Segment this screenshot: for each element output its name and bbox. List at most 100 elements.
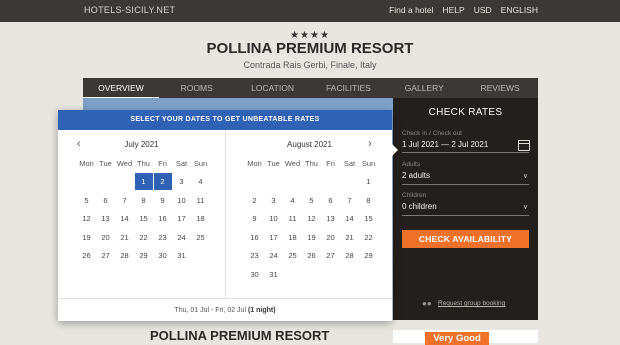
day-cell[interactable]: 22 bbox=[134, 233, 153, 242]
weekday-label: Wed bbox=[116, 158, 133, 168]
day-cell[interactable]: 18 bbox=[283, 233, 302, 242]
group-booking-link[interactable]: Request group booking bbox=[438, 300, 505, 307]
day-cell[interactable]: 25 bbox=[191, 233, 210, 242]
week-row: 2345678 bbox=[245, 191, 378, 210]
group-icon: ●● bbox=[422, 299, 432, 308]
day-cell[interactable]: 12 bbox=[302, 214, 321, 223]
adults-select[interactable]: 2 adults bbox=[402, 171, 430, 180]
day-cell[interactable]: 15 bbox=[359, 214, 378, 223]
day-cell[interactable]: 19 bbox=[77, 233, 96, 242]
day-cell[interactable]: 14 bbox=[340, 214, 359, 223]
month-title: July 2021 bbox=[124, 140, 159, 149]
day-cell[interactable]: 28 bbox=[340, 251, 359, 260]
nav-help[interactable]: HELP bbox=[443, 5, 465, 15]
night-count: (1 night) bbox=[247, 307, 276, 314]
day-cell[interactable]: 13 bbox=[96, 214, 115, 223]
day-cell[interactable]: 11 bbox=[191, 196, 210, 205]
day-cell[interactable]: 30 bbox=[245, 270, 264, 279]
day-cell[interactable]: 18 bbox=[191, 214, 210, 223]
nav-currency[interactable]: USD bbox=[474, 5, 492, 15]
nav-language[interactable]: ENGLISH bbox=[501, 5, 538, 15]
day-cell[interactable]: 23 bbox=[153, 233, 172, 242]
day-cell[interactable]: 24 bbox=[172, 233, 191, 242]
day-cell[interactable]: 19 bbox=[302, 233, 321, 242]
tab-gallery[interactable]: GALLERY bbox=[386, 78, 462, 98]
day-cell[interactable]: 27 bbox=[321, 251, 340, 260]
day-cell[interactable]: 2 bbox=[153, 173, 172, 191]
nav-find-hotel[interactable]: Find a hotel bbox=[389, 5, 433, 15]
day-cell[interactable]: 29 bbox=[134, 251, 153, 260]
tab-overview[interactable]: OVERVIEW bbox=[83, 78, 159, 98]
day-cell[interactable]: 31 bbox=[172, 251, 191, 260]
day-cell[interactable]: 12 bbox=[77, 214, 96, 223]
chevron-down-icon[interactable]: ∨ bbox=[523, 203, 528, 211]
weekday-label: Mon bbox=[247, 158, 262, 168]
tab-location[interactable]: LOCATION bbox=[235, 78, 311, 98]
day-cell[interactable]: 6 bbox=[96, 196, 115, 205]
day-cell[interactable]: 9 bbox=[153, 196, 172, 205]
calendar-icon[interactable] bbox=[518, 140, 530, 151]
hotel-address: Contrada Rais Gerbi, Finale, Italy bbox=[243, 60, 377, 70]
day-cell[interactable]: 10 bbox=[172, 196, 191, 205]
tab-facilities[interactable]: FACILITIES bbox=[310, 78, 386, 98]
dates-label: Check in / Check out bbox=[402, 130, 462, 137]
tab-reviews[interactable]: REVIEWS bbox=[462, 78, 538, 98]
weekday-label: Sat bbox=[175, 158, 188, 168]
day-cell[interactable]: 4 bbox=[191, 177, 210, 186]
month-august: › August 2021 Mon Tue Wed Thu Fri Sat Sun 1 2 3 4 5… bbox=[225, 130, 393, 298]
children-label: Children bbox=[402, 192, 427, 199]
hotel-title: POLLINA PREMIUM RESORT bbox=[206, 40, 414, 57]
weekday-label: Fri bbox=[158, 158, 167, 168]
day-cell[interactable]: 13 bbox=[321, 214, 340, 223]
day-cell[interactable]: 8 bbox=[134, 196, 153, 205]
day-cell[interactable]: 10 bbox=[264, 214, 283, 223]
day-cell[interactable]: 17 bbox=[264, 233, 283, 242]
day-cell[interactable]: 29 bbox=[359, 251, 378, 260]
day-cell[interactable]: 11 bbox=[283, 214, 302, 223]
day-cell[interactable]: 31 bbox=[264, 270, 283, 279]
tab-rooms[interactable]: ROOMS bbox=[159, 78, 235, 98]
day-cell[interactable]: 15 bbox=[134, 214, 153, 223]
day-cell[interactable]: 21 bbox=[340, 233, 359, 242]
day-cell[interactable]: 20 bbox=[96, 233, 115, 242]
day-cell[interactable]: 7 bbox=[340, 196, 359, 205]
day-cell[interactable]: 6 bbox=[321, 196, 340, 205]
day-cell[interactable]: 8 bbox=[359, 196, 378, 205]
day-cell[interactable]: 2 bbox=[245, 196, 264, 205]
review-score-badge: Very Good bbox=[425, 332, 489, 345]
day-cell[interactable]: 1 bbox=[359, 177, 378, 186]
week-row: 1234 bbox=[77, 173, 210, 192]
day-cell[interactable]: 3 bbox=[264, 196, 283, 205]
day-cell[interactable]: 20 bbox=[321, 233, 340, 242]
day-cell[interactable]: 1 bbox=[134, 173, 153, 191]
day-cell[interactable]: 30 bbox=[153, 251, 172, 260]
day-cell[interactable]: 9 bbox=[245, 214, 264, 223]
day-cell[interactable]: 24 bbox=[264, 251, 283, 260]
day-cell[interactable]: 23 bbox=[245, 251, 264, 260]
day-cell[interactable]: 16 bbox=[245, 233, 264, 242]
day-cell[interactable]: 14 bbox=[115, 214, 134, 223]
week-row: 30 31 bbox=[245, 265, 378, 284]
check-availability-button[interactable]: CHECK AVAILABILITY bbox=[402, 230, 529, 248]
day-cell[interactable]: 22 bbox=[359, 233, 378, 242]
day-cell[interactable]: 5 bbox=[302, 196, 321, 205]
chevron-down-icon[interactable]: ∨ bbox=[523, 172, 528, 180]
day-cell[interactable]: 21 bbox=[115, 233, 134, 242]
day-cell[interactable]: 17 bbox=[172, 214, 191, 223]
day-cell[interactable]: 26 bbox=[77, 251, 96, 260]
dates-field[interactable]: 1 Jul 2021 — 2 Jul 2021 bbox=[402, 140, 488, 149]
week-row: 12 13 14 15 16 17 18 bbox=[77, 210, 210, 229]
day-cell[interactable]: 5 bbox=[77, 196, 96, 205]
day-cell[interactable]: 3 bbox=[172, 177, 191, 186]
day-cell[interactable]: 28 bbox=[115, 251, 134, 260]
day-cell[interactable]: 7 bbox=[115, 196, 134, 205]
date-range-text: Thu, 01 Jul - Fri, 02 Jul bbox=[174, 307, 247, 314]
day-cell[interactable]: 27 bbox=[96, 251, 115, 260]
week-row: 16 17 18 19 20 21 22 bbox=[245, 228, 378, 247]
day-cell[interactable]: 26 bbox=[302, 251, 321, 260]
day-cell[interactable]: 16 bbox=[153, 214, 172, 223]
day-cell[interactable]: 4 bbox=[283, 196, 302, 205]
day-cell[interactable]: 25 bbox=[283, 251, 302, 260]
site-logo[interactable]: HOTELS-SICILY.NET bbox=[84, 5, 175, 15]
children-select[interactable]: 0 children bbox=[402, 202, 437, 211]
